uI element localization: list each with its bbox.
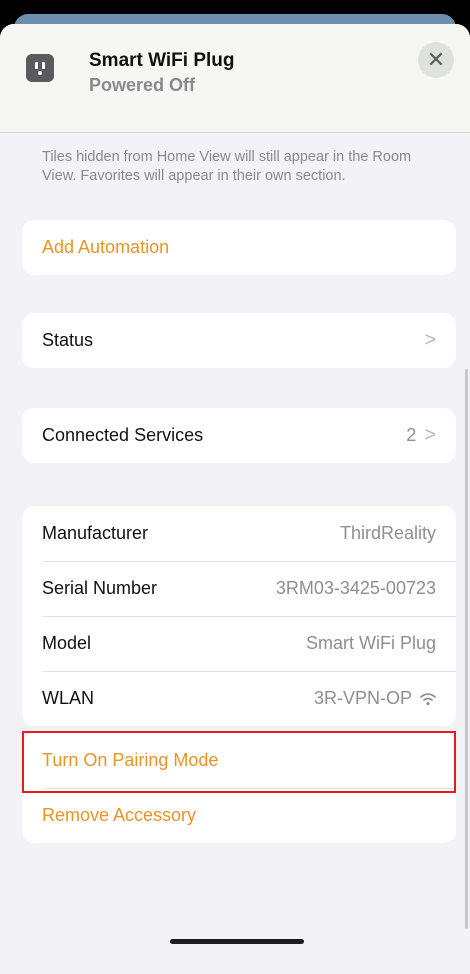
add-automation-label: Add Automation [42, 237, 170, 257]
add-automation-button[interactable]: Add Automation [22, 220, 456, 275]
manufacturer-row: Manufacturer ThirdReality [22, 506, 456, 561]
status-row[interactable]: Status > [22, 313, 456, 368]
connected-services-count: 2 [406, 425, 417, 445]
accessory-title: Smart WiFi Plug [89, 50, 235, 71]
home-indicator[interactable] [170, 939, 304, 944]
row-divider [42, 616, 456, 617]
wlan-value: 3R-VPN-OP [313, 688, 412, 708]
remove-accessory-button[interactable]: Remove Accessory [22, 788, 456, 843]
row-divider [42, 671, 456, 672]
row-divider [42, 788, 456, 789]
serial-number-label: Serial Number [42, 578, 158, 598]
accessory-details-sheet: Smart WiFi Plug Powered Off ✕ Tiles hidd… [0, 24, 470, 974]
wlan-row: WLAN 3R-VPN-OP [22, 671, 456, 726]
manufacturer-value: ThirdReality [339, 523, 436, 543]
power-outlet-icon [26, 54, 54, 82]
automation-card: Add Automation [22, 220, 456, 275]
status-card: Status > [22, 313, 456, 368]
sheet-header: Smart WiFi Plug Powered Off ✕ [0, 24, 470, 133]
model-label: Model [42, 633, 92, 653]
manufacturer-label: Manufacturer [42, 523, 149, 543]
home-view-note: Tiles hidden from Home View will still a… [42, 149, 412, 184]
serial-number-row: Serial Number 3RM03-3425-00723 [22, 561, 456, 616]
model-row: Model Smart WiFi Plug [22, 616, 456, 671]
accessory-status-subtitle: Powered Off [89, 75, 196, 95]
turn-on-pairing-mode-button[interactable]: Turn On Pairing Mode [22, 733, 456, 788]
close-button[interactable]: ✕ [418, 42, 454, 78]
close-icon: ✕ [426, 47, 446, 72]
accessory-actions-card: Turn On Pairing Mode Remove Accessory [22, 733, 456, 843]
row-divider [42, 561, 456, 562]
scrollbar[interactable] [465, 369, 468, 929]
model-value: Smart WiFi Plug [305, 633, 436, 653]
status-label: Status [42, 330, 94, 350]
chevron-right-icon: > [424, 424, 436, 446]
connected-services-label: Connected Services [42, 425, 204, 445]
chevron-right-icon: > [424, 329, 436, 351]
pairing-mode-label: Turn On Pairing Mode [42, 750, 219, 770]
accessory-info-card: Manufacturer ThirdReality Serial Number … [22, 506, 456, 726]
connected-services-row[interactable]: Connected Services 2 > [22, 408, 456, 463]
wifi-icon [420, 692, 436, 705]
serial-number-value: 3RM03-3425-00723 [275, 578, 436, 598]
remove-accessory-label: Remove Accessory [42, 805, 197, 825]
wlan-label: WLAN [42, 688, 95, 708]
connected-services-card: Connected Services 2 > [22, 408, 456, 463]
